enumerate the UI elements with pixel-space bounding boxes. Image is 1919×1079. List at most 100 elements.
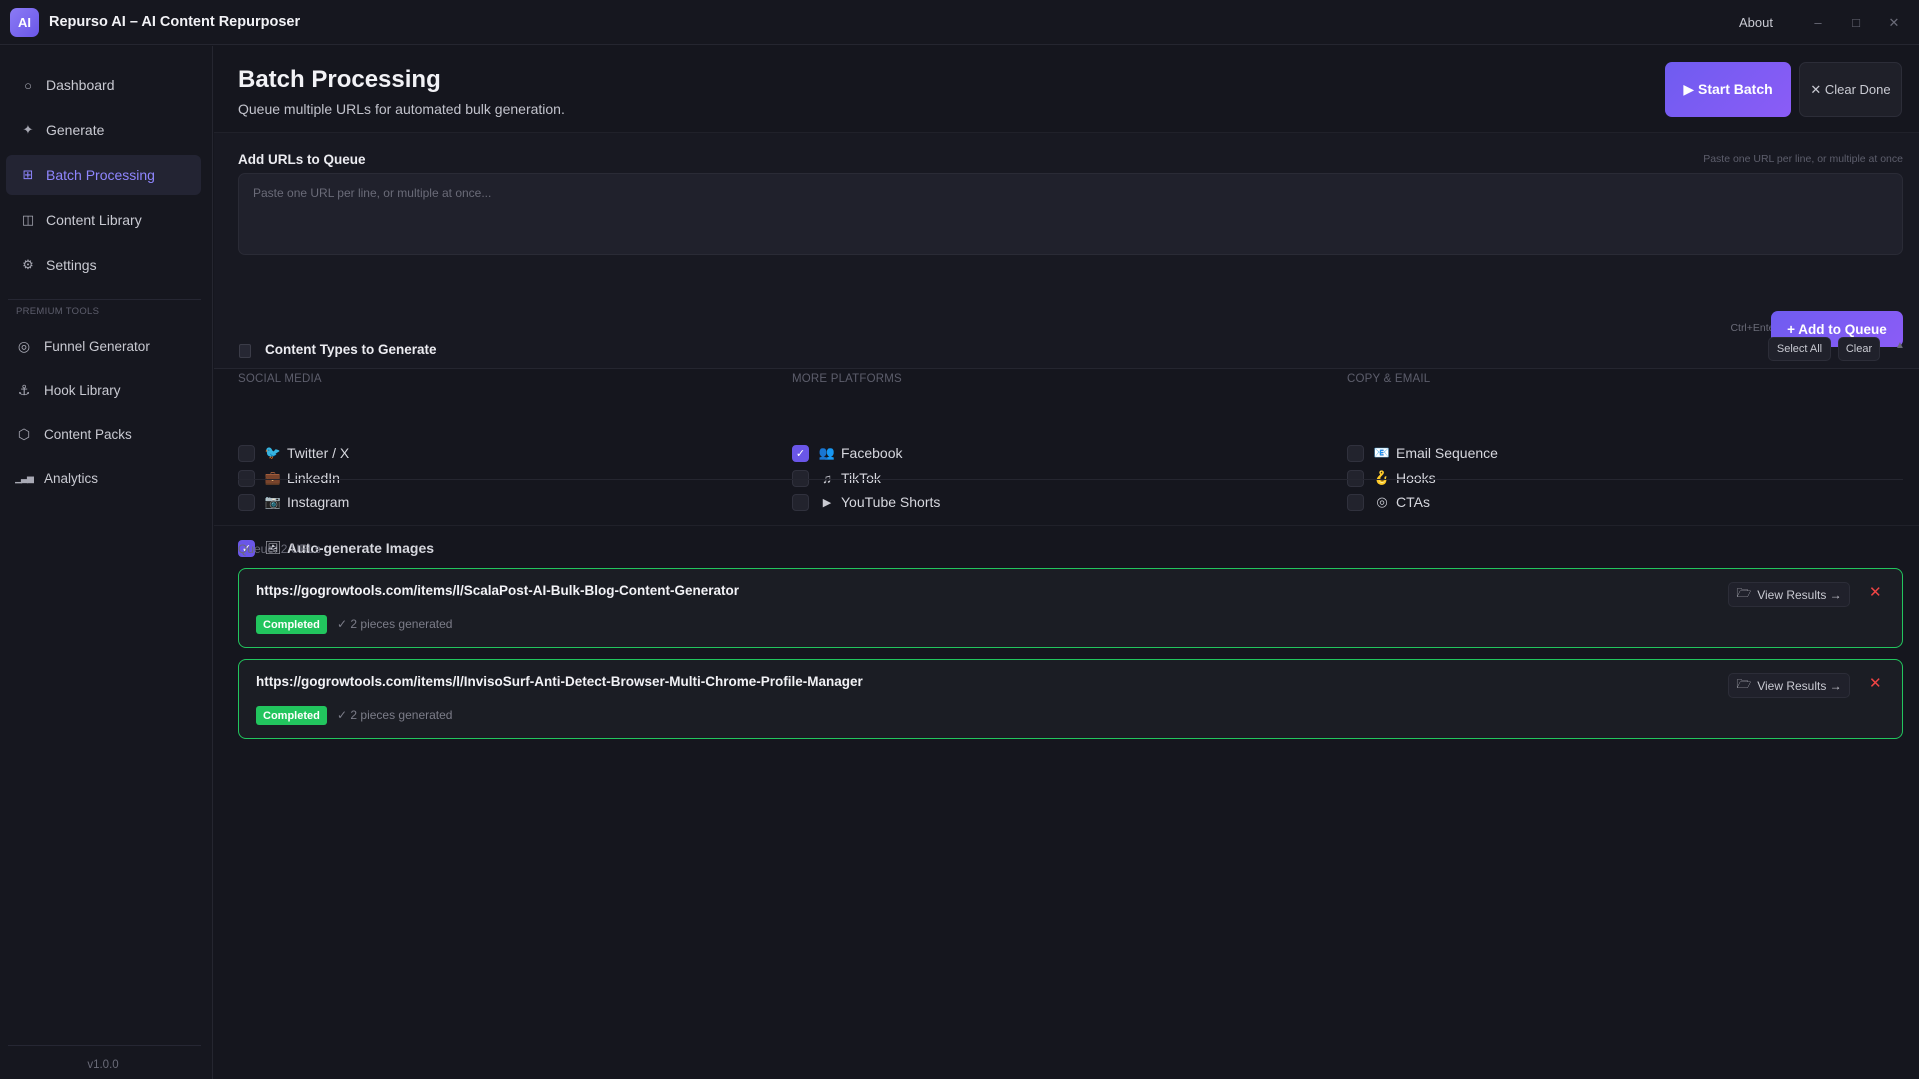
view-results-label: View Results → <box>1757 587 1842 602</box>
anchor-icon: ⚓ <box>17 381 31 398</box>
checkbox-box[interactable] <box>1347 444 1364 462</box>
play-icon: ▶ <box>822 496 832 509</box>
bar-chart-icon: ▁▃▅ <box>15 472 34 483</box>
app-version: v1.0.0 <box>87 1059 119 1071</box>
people-icon: 👥 <box>818 445 836 460</box>
sidebar-item-hook-library[interactable]: ⚓ Hook Library <box>14 373 121 407</box>
sidebar-divider <box>8 299 201 300</box>
checkbox-label: Email Sequence <box>1396 445 1498 461</box>
sidebar-item-label: Funnel Generator <box>44 338 150 354</box>
sidebar-item-label: Content Library <box>46 212 142 228</box>
section-divider <box>214 368 1919 369</box>
sidebar-item-batch-processing[interactable]: ⊞ Batch Processing <box>6 155 201 195</box>
sidebar-item-analytics[interactable]: ▁▃▅ Analytics <box>14 461 98 495</box>
checkbox-box[interactable] <box>1347 493 1364 511</box>
checkbox-label: Instagram <box>287 494 350 510</box>
status-badge: Completed <box>256 615 327 634</box>
about-link[interactable]: About <box>1739 15 1773 30</box>
remove-icon[interactable]: ✕ <box>1869 674 1882 692</box>
view-results-label: View Results → <box>1757 678 1842 693</box>
sidebar-item-settings[interactable]: ⚙ Settings <box>6 245 201 285</box>
main-content: Batch Processing Queue multiple URLs for… <box>214 46 1919 1079</box>
sidebar-item-content-packs[interactable]: ⬡ Content Packs <box>14 417 132 451</box>
clear-done-button[interactable]: ✕ Clear Done <box>1799 62 1902 117</box>
page-subtitle: Queue multiple URLs for automated bulk g… <box>238 101 565 117</box>
add-urls-section: Add URLs to Queue Paste one URL per line… <box>214 133 1919 368</box>
pieces-generated-text: ✓ 2 pieces generated <box>337 708 453 722</box>
queue-item: https://gogrowtools.com/items/l/InvisoSu… <box>238 659 1903 739</box>
checkbox-ctas[interactable]: ◎ CTAs <box>1347 492 1430 512</box>
checkbox-twitter[interactable]: 🐦 Twitter / X <box>238 443 349 463</box>
briefcase-icon: 💼 <box>264 470 282 485</box>
add-urls-hint: Paste one URL per line, or multiple at o… <box>1703 153 1903 165</box>
minimize-icon[interactable]: – <box>1811 15 1825 30</box>
sidebar-item-dashboard[interactable]: ○ Dashboard <box>6 65 201 105</box>
maximize-icon[interactable]: □ <box>1849 15 1863 30</box>
column-label-social-media: SOCIAL MEDIA <box>238 373 322 385</box>
queue-item-url: https://gogrowtools.com/items/l/ScalaPos… <box>256 583 740 598</box>
hook-icon: 🪝 <box>1373 470 1391 485</box>
checkbox-label: LinkedIn <box>287 470 340 486</box>
checkbox-box[interactable] <box>1347 469 1364 487</box>
target-icon: ◎ <box>17 337 31 354</box>
sidebar-item-label: Analytics <box>44 470 99 486</box>
email-icon: 📧 <box>1373 445 1391 460</box>
queue-item: https://gogrowtools.com/items/l/ScalaPos… <box>238 568 1903 648</box>
grid-icon: ⊞ <box>22 167 34 182</box>
status-badge: Completed <box>256 706 327 725</box>
folder-icon: 🗁 <box>1736 586 1752 600</box>
checkbox-youtube-shorts[interactable]: ▶ YouTube Shorts <box>792 492 940 512</box>
checkbox-box[interactable] <box>238 469 255 487</box>
book-icon: ◫ <box>21 212 35 227</box>
checkbox-box[interactable] <box>238 493 255 511</box>
checkbox-tiktok[interactable]: ♫ TikTok <box>792 468 881 488</box>
sidebar-item-label: Dashboard <box>46 77 115 93</box>
close-icon[interactable]: ✕ <box>1887 15 1901 31</box>
view-results-button[interactable]: 🗁 View Results → <box>1728 582 1850 607</box>
sidebar-item-generate[interactable]: ✦ Generate <box>6 110 201 150</box>
sidebar-item-label: Generate <box>46 122 105 138</box>
checkbox-box[interactable] <box>792 493 809 511</box>
bird-icon: 🐦 <box>264 445 282 460</box>
gear-icon: ⚙ <box>22 257 34 272</box>
sidebar-item-label: Hook Library <box>44 382 121 398</box>
queue-item-url: https://gogrowtools.com/items/l/InvisoSu… <box>256 674 863 689</box>
sparkle-icon: ✦ <box>22 122 34 137</box>
checkbox-label: CTAs <box>1396 494 1430 510</box>
collapse-icon[interactable]: ▲ <box>1895 340 1905 351</box>
checkbox-box[interactable] <box>792 469 809 487</box>
view-results-button[interactable]: 🗁 View Results → <box>1728 673 1850 698</box>
sidebar-item-content-library[interactable]: ◫ Content Library <box>6 200 201 240</box>
column-label-more-platforms: MORE PLATFORMS <box>792 373 902 385</box>
checkbox-facebook[interactable]: ✓ 👥 Facebook <box>792 443 902 463</box>
checkbox-label: Twitter / X <box>287 445 350 461</box>
sidebar-item-funnel-generator[interactable]: ◎ Funnel Generator <box>14 329 150 363</box>
sidebar-item-label: Batch Processing <box>46 167 155 183</box>
url-input[interactable] <box>238 173 1903 255</box>
package-icon: ⬡ <box>17 425 31 442</box>
checkbox-box[interactable] <box>238 444 255 462</box>
checkbox-instagram[interactable]: 📷 Instagram <box>238 492 349 512</box>
column-label-copy-email: COPY & EMAIL <box>1347 373 1431 385</box>
start-batch-button[interactable]: ▶ Start Batch <box>1665 62 1791 117</box>
pieces-generated-text: ✓ 2 pieces generated <box>337 617 453 631</box>
circle-icon: ○ <box>24 77 32 93</box>
target-icon: ◎ <box>1376 494 1388 509</box>
add-urls-label: Add URLs to Queue <box>238 152 366 167</box>
content-types-title: Content Types to Generate <box>265 342 437 357</box>
checkbox-linkedin[interactable]: 💼 LinkedIn <box>238 468 340 488</box>
select-all-button[interactable]: Select All <box>1768 337 1831 361</box>
title-bar: AI Repurso AI – AI Content Repurposer Ab… <box>0 0 1919 45</box>
list-icon <box>239 344 251 358</box>
checkbox-label: TikTok <box>841 470 881 486</box>
page-title: Batch Processing <box>238 66 441 93</box>
checkbox-box[interactable]: ✓ <box>792 444 809 462</box>
app-logo: AI <box>10 7 39 37</box>
checkbox-email-sequence[interactable]: 📧 Email Sequence <box>1347 443 1498 463</box>
clear-selection-button[interactable]: Clear <box>1838 337 1880 361</box>
queue-count-label: Queue: 2 URLs <box>238 542 321 556</box>
remove-icon[interactable]: ✕ <box>1869 583 1882 601</box>
sidebar-item-label: Content Packs <box>44 426 132 442</box>
folder-icon: 🗁 <box>1736 677 1752 691</box>
checkbox-hooks[interactable]: 🪝 Hooks <box>1347 468 1436 488</box>
